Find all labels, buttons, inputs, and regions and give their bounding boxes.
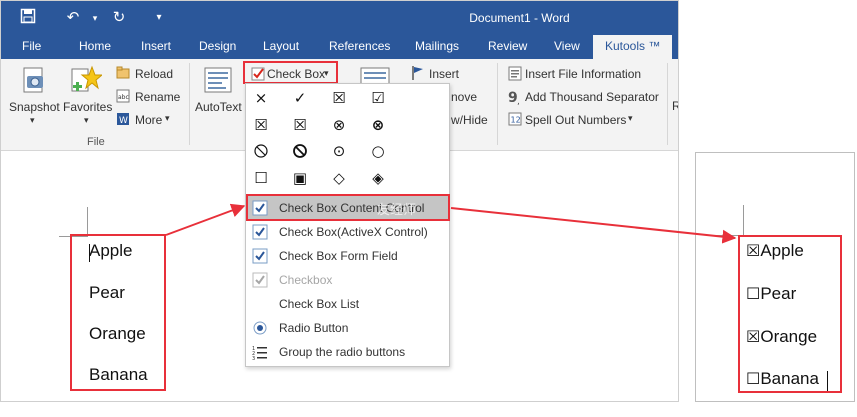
arrow-to-menu-item bbox=[165, 203, 246, 236]
arrow-to-result bbox=[450, 207, 737, 244]
annotation-arrows bbox=[165, 203, 737, 244]
